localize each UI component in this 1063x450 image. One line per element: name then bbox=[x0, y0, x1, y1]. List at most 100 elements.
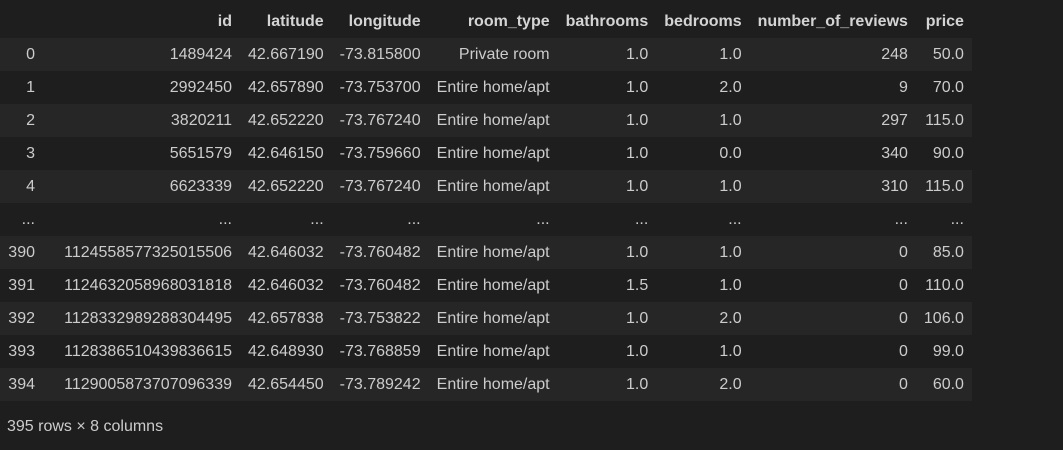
table-cell: -73.767240 bbox=[339, 178, 421, 195]
row-index: 394 bbox=[8, 376, 35, 393]
index-header bbox=[0, 5, 43, 38]
table-cell: 1.0 bbox=[626, 145, 649, 162]
row-index: 391 bbox=[8, 277, 35, 294]
table-row: 392 1128332989288304495 42.657838 -73.75382… bbox=[0, 302, 972, 335]
column-header-number-of-reviews: number_of_reviews bbox=[749, 5, 916, 38]
table-row: 1 2992450 42.657890 -73.753700 Entire home/a… bbox=[0, 71, 972, 104]
table-cell: -73.760482 bbox=[339, 244, 421, 261]
table-cell: 2.0 bbox=[719, 79, 742, 96]
table-cell: 1.0 bbox=[626, 112, 649, 129]
table-cell: 1124558577325015506 bbox=[64, 244, 232, 261]
table-row: 0 1489424 42.667190 -73.815800 Private room 1… bbox=[0, 38, 972, 71]
table-cell: 1.0 bbox=[626, 343, 649, 360]
table-cell: -73.759660 bbox=[339, 145, 421, 162]
table-cell: Entire home/apt bbox=[436, 310, 550, 327]
table-body: 0 1489424 42.667190 -73.815800 Private room 1… bbox=[0, 38, 972, 401]
table-cell: -73.753700 bbox=[339, 79, 421, 96]
table-cell: 0.0 bbox=[719, 145, 742, 162]
table-cell: 1.0 bbox=[719, 343, 742, 360]
table-cell: Entire home/apt bbox=[436, 277, 550, 294]
table-cell: 1489424 bbox=[169, 46, 232, 63]
row-index: 0 bbox=[26, 46, 35, 63]
table-cell: -73.815800 bbox=[339, 46, 421, 63]
table-header: id latitude longitude room_type bathrooms bed… bbox=[0, 5, 972, 38]
table-cell: 42.646032 bbox=[248, 244, 324, 261]
column-header-id: id bbox=[43, 5, 240, 38]
column-header-room-type: room_type bbox=[428, 5, 558, 38]
table-cell: 1.0 bbox=[719, 178, 742, 195]
table-cell: 1.0 bbox=[719, 277, 742, 294]
table-cell: Entire home/apt bbox=[436, 343, 550, 360]
column-header-longitude: longitude bbox=[331, 5, 429, 38]
table-cell: 0 bbox=[899, 244, 908, 261]
table-cell: -73.789242 bbox=[339, 376, 421, 393]
table-cell: 1.0 bbox=[719, 46, 742, 63]
table-cell: 1.0 bbox=[626, 244, 649, 261]
dataframe-output: id latitude longitude room_type bathrooms bed… bbox=[0, 5, 972, 401]
table-cell: 1.0 bbox=[626, 46, 649, 63]
table-cell: 90.0 bbox=[932, 145, 964, 162]
column-header-bedrooms: bedrooms bbox=[656, 5, 750, 38]
table-cell: 6623339 bbox=[169, 178, 232, 195]
table-cell: 85.0 bbox=[932, 244, 964, 261]
table-cell: ... bbox=[310, 211, 324, 228]
table-cell: ... bbox=[728, 211, 742, 228]
table-cell: Private room bbox=[458, 46, 550, 63]
table-cell: 0 bbox=[899, 376, 908, 393]
table-row: ........................... bbox=[0, 203, 972, 236]
table-cell: Entire home/apt bbox=[436, 79, 550, 96]
table-cell: ... bbox=[536, 211, 550, 228]
table-cell: -73.767240 bbox=[339, 112, 421, 129]
table-cell: 310 bbox=[881, 178, 908, 195]
table-cell: 1124632058968031818 bbox=[64, 277, 232, 294]
table-cell: 1.0 bbox=[626, 376, 649, 393]
table-cell: 42.654450 bbox=[248, 376, 324, 393]
table-row: 394 1129005873707096339 42.654450 -73.78924… bbox=[0, 368, 972, 401]
table-cell: -73.768859 bbox=[339, 343, 421, 360]
table-cell: 115.0 bbox=[925, 178, 964, 195]
table-cell: 2.0 bbox=[719, 310, 742, 327]
row-index: ... bbox=[21, 211, 35, 228]
table-cell: Entire home/apt bbox=[436, 376, 550, 393]
table-row: 4 6623339 42.652220 -73.767240 Entire home/a… bbox=[0, 170, 972, 203]
table-cell: -73.760482 bbox=[339, 277, 421, 294]
table-cell: 60.0 bbox=[932, 376, 964, 393]
row-index: 393 bbox=[8, 343, 35, 360]
table-cell: ... bbox=[894, 211, 908, 228]
table-row: 3 5651579 42.646150 -73.759660 Entire home/a… bbox=[0, 137, 972, 170]
table-cell: 248 bbox=[881, 46, 908, 63]
table-cell: 42.646150 bbox=[248, 145, 324, 162]
table-cell: Entire home/apt bbox=[436, 244, 550, 261]
table-cell: 42.657890 bbox=[248, 79, 324, 96]
table-cell: 1129005873707096339 bbox=[64, 376, 232, 393]
row-index: 390 bbox=[8, 244, 35, 261]
table-row: 391 1124632058968031818 42.646032 -73.76048… bbox=[0, 269, 972, 302]
table-cell: ... bbox=[218, 211, 232, 228]
table-cell: 42.667190 bbox=[248, 46, 324, 63]
table-cell: ... bbox=[407, 211, 421, 228]
table-row: 390 1124558577325015506 42.646032 -73.76048… bbox=[0, 236, 972, 269]
table-cell: 1.0 bbox=[626, 79, 649, 96]
table-cell: 115.0 bbox=[925, 112, 964, 129]
table-cell: Entire home/apt bbox=[436, 178, 550, 195]
table-cell: 5651579 bbox=[169, 145, 232, 162]
table-cell: 99.0 bbox=[932, 343, 964, 360]
table-cell: 2.0 bbox=[719, 376, 742, 393]
table-cell: 1.0 bbox=[719, 244, 742, 261]
table-row: 393 1128386510439836615 42.648930 -73.76885… bbox=[0, 335, 972, 368]
table-cell: 297 bbox=[881, 112, 908, 129]
table-cell: 1128386510439836615 bbox=[64, 343, 232, 360]
table-cell: 1.0 bbox=[719, 112, 742, 129]
table-cell: 9 bbox=[899, 79, 908, 96]
row-index: 3 bbox=[26, 145, 35, 162]
row-index: 1 bbox=[26, 79, 35, 96]
table-cell: Entire home/apt bbox=[436, 112, 550, 129]
dataframe-shape-text: 395 rows × 8 columns bbox=[7, 418, 164, 435]
table-cell: 50.0 bbox=[932, 46, 964, 63]
table-cell: 42.652220 bbox=[248, 112, 324, 129]
table-cell: 340 bbox=[881, 145, 908, 162]
row-index: 392 bbox=[8, 310, 35, 327]
table-cell: 42.646032 bbox=[248, 277, 324, 294]
column-header-latitude: latitude bbox=[240, 5, 332, 38]
header-row: id latitude longitude room_type bathrooms bed… bbox=[0, 5, 972, 38]
